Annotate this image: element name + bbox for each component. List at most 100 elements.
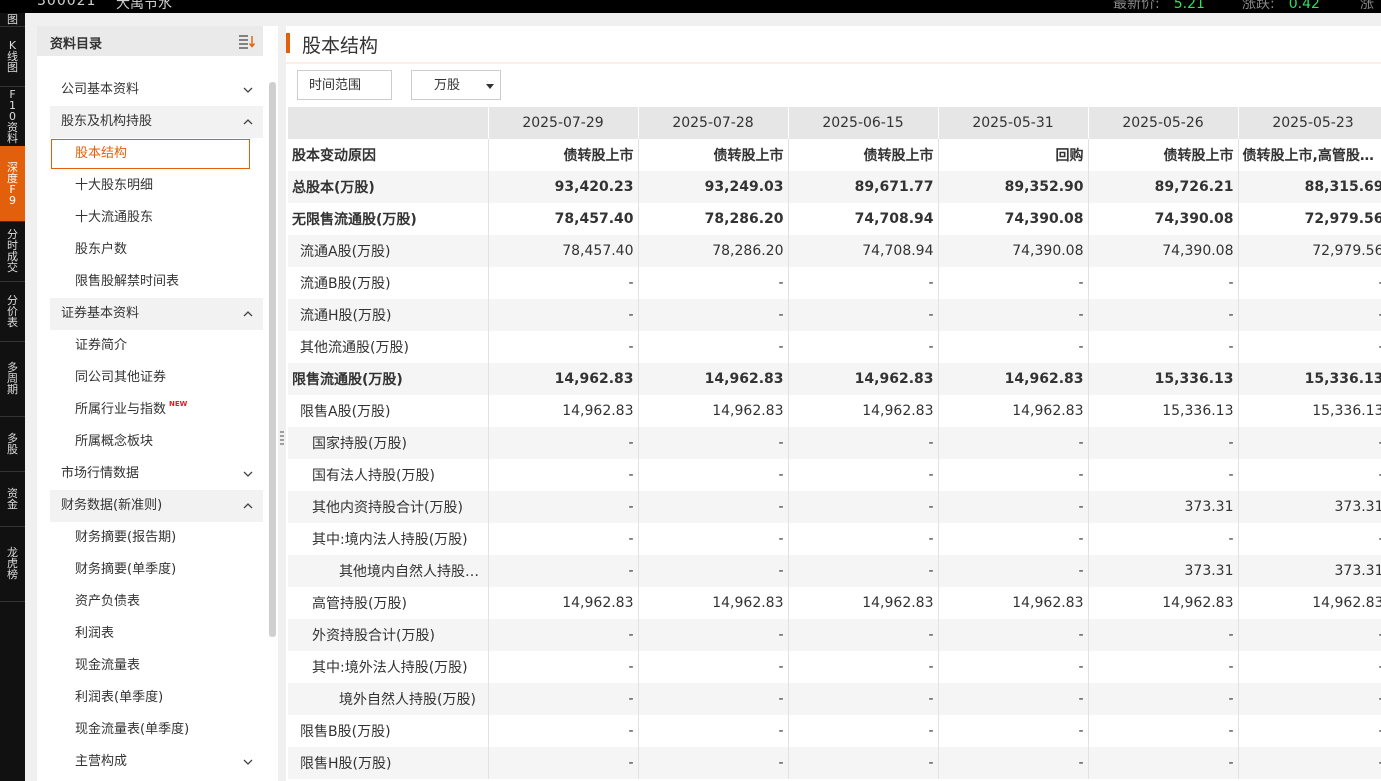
date-column-header[interactable]: 2025-05-31 <box>938 107 1089 139</box>
left-nav-item-3[interactable]: 深度F9 <box>0 146 25 222</box>
sidebar-item[interactable]: 同公司其他证券 <box>50 362 263 394</box>
table-cell: 78,457.40 <box>488 203 639 235</box>
date-column-header[interactable]: 2025-06-15 <box>788 107 939 139</box>
left-nav-label: 资金 <box>7 486 18 511</box>
sidebar-item[interactable]: 财务摘要(报告期) <box>50 522 263 554</box>
main-panel: 股本结构 时间范围 万股 2025-07-29 2025-07-28 2025-06… <box>286 26 1381 781</box>
table-cell: - <box>938 267 1089 299</box>
left-nav-label: 图 <box>7 13 18 26</box>
left-nav-item-0[interactable]: 图 <box>0 13 25 27</box>
left-nav-item-4[interactable]: 分时成交 <box>0 221 25 282</box>
sidebar-item[interactable]: 证券简介 <box>50 330 263 362</box>
catalog-list: 公司基本资料股东及机构持股股本结构 十大股东明细 十大流通股东 股东户数 限售股解禁时间… <box>50 74 263 778</box>
sidebar-category[interactable]: 股东及机构持股 <box>50 106 263 138</box>
date-column-header[interactable]: 2025-07-28 <box>638 107 789 139</box>
resize-handle-icon[interactable] <box>280 430 284 448</box>
table-cell: - <box>788 747 939 779</box>
share-structure-table-container[interactable]: 2025-07-29 2025-07-28 2025-06-15 2025-05-31… <box>288 107 1381 781</box>
sidebar-item[interactable]: 资产负债表 <box>50 586 263 618</box>
table-cell: 93,420.23 <box>488 171 639 203</box>
unit-select[interactable]: 万股 <box>411 70 501 100</box>
table-cell: - <box>638 715 789 747</box>
table-cell: - <box>788 459 939 491</box>
sidebar-scrollbar[interactable] <box>269 82 276 637</box>
table-cell: - <box>488 555 639 587</box>
sidebar-item-label: 财务数据(新准则) <box>61 498 163 513</box>
sidebar-category[interactable]: 证券基本资料 <box>50 298 263 330</box>
left-nav-item-1[interactable]: K线图 <box>0 26 25 87</box>
table-cell: 89,671.77 <box>788 171 939 203</box>
sidebar-item[interactable]: 股东户数 <box>50 234 263 266</box>
sidebar-category[interactable]: 市场行情数据 <box>50 458 263 490</box>
table-cell: - <box>938 747 1089 779</box>
table-row: 流通A股(万股) 78,457.40 78,286.20 74,708.94 74,39… <box>288 235 1381 267</box>
table-cell: - <box>788 427 939 459</box>
unit-select-value: 万股 <box>434 78 461 93</box>
table-cell: - <box>488 491 639 523</box>
table-cell: - <box>1238 267 1381 299</box>
row-label: 外资持股合计(万股) <box>288 619 489 651</box>
left-nav-item-6[interactable]: 多周期 <box>0 341 25 417</box>
left-nav-item-7[interactable]: 多股 <box>0 416 25 472</box>
share-structure-table: 2025-07-29 2025-07-28 2025-06-15 2025-05-31… <box>288 107 1381 779</box>
left-nav-item-9[interactable]: 龙虎榜 <box>0 526 25 602</box>
sidebar-item[interactable]: 现金流量表(单季度) <box>50 714 263 746</box>
table-cell: 14,962.83 <box>638 395 789 427</box>
collapse-list-icon[interactable] <box>237 32 255 50</box>
table-cell: - <box>938 651 1089 683</box>
date-column-header[interactable]: 2025-07-29 <box>488 107 639 139</box>
chevron-down-icon <box>243 759 253 765</box>
table-row: 流通H股(万股)------ <box>288 299 1381 331</box>
row-label: 限售流通股(万股) <box>288 363 489 395</box>
table-cell: - <box>788 299 939 331</box>
sidebar-item[interactable]: 限售股解禁时间表 <box>50 266 263 298</box>
sidebar-item[interactable]: 十大股东明细 <box>50 170 263 202</box>
sidebar-item[interactable]: 利润表(单季度) <box>50 682 263 714</box>
sidebar-category[interactable]: 财务数据(新准则) <box>50 490 263 522</box>
caret-down-icon <box>486 84 494 89</box>
table-cell: - <box>638 523 789 555</box>
table-cell: - <box>938 299 1089 331</box>
sidebar-item[interactable]: 利润表 <box>50 618 263 650</box>
sidebar-item[interactable]: 主营构成 <box>50 746 263 778</box>
left-nav-item-2[interactable]: F10资料 <box>0 86 25 147</box>
sidebar-item-label: 市场行情数据 <box>61 466 140 481</box>
table-cell: - <box>1088 299 1239 331</box>
table-cell: - <box>938 619 1089 651</box>
table-cell: - <box>488 459 639 491</box>
table-row: 国有法人持股(万股)------ <box>288 459 1381 491</box>
left-nav-item-8[interactable]: 资金 <box>0 471 25 527</box>
table-cell: - <box>1088 715 1239 747</box>
sidebar-item[interactable]: 十大流通股东 <box>50 202 263 234</box>
table-cell: - <box>1238 299 1381 331</box>
sidebar-item-label: 所属概念板块 <box>75 434 154 449</box>
sidebar-item[interactable]: 所属概念板块 <box>50 426 263 458</box>
sidebar-item[interactable]: 所属行业与指数 NEW <box>50 394 263 426</box>
table-row: 国家持股(万股)------ <box>288 427 1381 459</box>
sidebar-item-label: 利润表(单季度) <box>75 690 164 705</box>
sidebar-item-label: 证券简介 <box>75 338 128 353</box>
table-cell: 14,962.83 <box>638 587 789 619</box>
sidebar-item[interactable]: 财务摘要(单季度) <box>50 554 263 586</box>
table-row: 限售流通股(万股) 14,962.83 14,962.83 14,962.83 14,9… <box>288 363 1381 395</box>
sidebar-item-label: 股东及机构持股 <box>61 114 153 129</box>
table-cell: - <box>938 459 1089 491</box>
date-column-header[interactable]: 2025-05-23 <box>1238 107 1381 139</box>
sidebar-item[interactable]: 股本结构 <box>50 138 263 170</box>
sidebar-item-label: 所属行业与指数 <box>75 402 167 417</box>
date-column-header[interactable]: 2025-05-26 <box>1088 107 1239 139</box>
section-header: 股本结构 <box>286 26 1381 64</box>
sidebar-item[interactable]: 现金流量表 <box>50 650 263 682</box>
table-cell: 78,286.20 <box>638 203 789 235</box>
table-row: 限售A股(万股) 14,962.83 14,962.83 14,962.83 14,96… <box>288 395 1381 427</box>
row-label: 其他流通股(万股) <box>288 331 489 363</box>
table-row: 流通B股(万股)------ <box>288 267 1381 299</box>
table-cell: - <box>638 651 789 683</box>
sidebar-category[interactable]: 公司基本资料 <box>50 74 263 106</box>
left-nav-item-5[interactable]: 分价表 <box>0 281 25 342</box>
table-row: 总股本(万股) 93,420.23 93,249.03 89,671.77 89,352… <box>288 171 1381 203</box>
table-cell: - <box>1238 715 1381 747</box>
time-range-button[interactable]: 时间范围 <box>297 70 392 100</box>
table-cell: - <box>1088 747 1239 779</box>
table-cell: - <box>488 331 639 363</box>
